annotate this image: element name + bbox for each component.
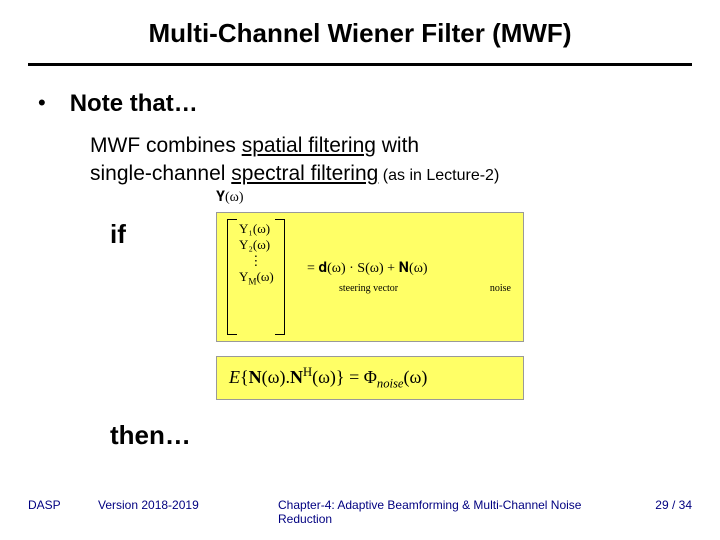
noise-label: noise [490,283,511,294]
slide-title: Multi-Channel Wiener Filter (MWF) [0,0,720,59]
footer-chapter: Chapter-4: Adaptive Beamforming & Multi-… [248,498,632,526]
footer-page: 29 / 34 [632,498,692,512]
equation-1: Y₁(ω) Y₂(ω) ⋮ YM(ω) = 𝐝(ω) · S(ω) + 𝐍(ω)… [216,212,524,342]
equation-2: E{N(ω).NH(ω)} = Φnoise(ω) [216,356,524,401]
text: with [376,134,419,157]
paragraph-line-1: MWF combines spatial filtering with [90,132,684,160]
eq2-text: E{N(ω).NH(ω)} = Φnoise(ω) [229,367,427,387]
slide: Multi-Channel Wiener Filter (MWF) • Note… [0,0,720,540]
underlined: spatial filtering [242,134,376,157]
bracket-right [275,219,285,335]
vec-entry: YM(ω) [239,269,274,288]
footer-version: Version 2018-2019 [98,498,248,512]
footer-left: DASP [28,498,98,512]
text-small: (as in Lecture-2) [378,167,499,184]
slide-body: • Note that… MWF combines spatial filter… [0,66,720,451]
equation-rhs: = 𝐝(ω) · S(ω) + 𝐍(ω) [307,261,428,277]
steering-label: steering vector [339,283,398,294]
vec-entry: Y₂(ω) [239,237,274,253]
text: MWF combines [90,134,242,157]
underlined: spectral filtering [231,162,378,185]
vec-entry: Y₁(ω) [239,221,274,237]
vector-head: 𝐘(ω) [216,190,244,206]
text: single-channel [90,162,231,185]
vector-column: Y₁(ω) Y₂(ω) ⋮ YM(ω) [239,221,274,289]
equation-block: 𝐘(ω) Y₁(ω) Y₂(ω) ⋮ YM(ω) = 𝐝(ω) · S(ω) +… [216,212,524,401]
vec-dots: ⋮ [239,253,274,269]
bracket-left [227,219,237,335]
bullet-text: Note that… [70,90,198,118]
paragraph-line-2: single-channel spectral filtering (as in… [90,160,684,188]
bullet-row: • Note that… [36,90,684,118]
footer: DASP Version 2018-2019 Chapter-4: Adapti… [0,498,720,526]
keyword-then: then… [110,420,684,451]
bullet-marker: • [36,90,46,116]
